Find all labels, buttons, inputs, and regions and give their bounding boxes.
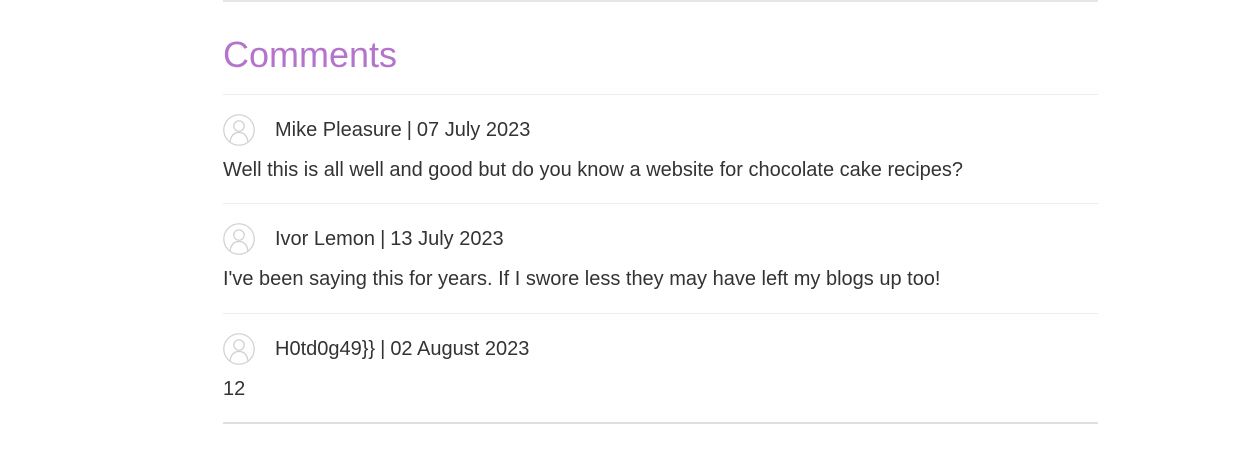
comment-item: H0td0g49}} | 02 August 2023 12 — [223, 313, 1098, 423]
comment-text: Well this is all well and good but do yo… — [223, 159, 964, 181]
comment-meta: H0td0g49}} | 02 August 2023 — [275, 338, 529, 360]
comment-date: 07 July 2023 — [416, 119, 531, 141]
comment-author: Mike Pleasure — [275, 119, 402, 141]
comment-meta: Mike Pleasure | 07 July 2023 — [275, 119, 530, 141]
comment-text: 12 — [223, 378, 246, 400]
top-divider — [223, 0, 1098, 2]
user-avatar-icon — [223, 333, 255, 365]
comment-meta: Ivor Lemon | 13 July 2023 — [275, 228, 504, 250]
user-avatar-icon — [223, 114, 255, 146]
comment-text: I've been saying this for years. If I sw… — [223, 268, 941, 290]
meta-separator: | — [380, 228, 386, 250]
user-avatar-icon — [223, 223, 255, 255]
comment-author: Ivor Lemon — [275, 228, 376, 250]
comments-heading: Comments — [223, 34, 398, 75]
meta-separator: | — [380, 338, 386, 360]
meta-separator: | — [406, 119, 412, 141]
comment-author: H0td0g49}} — [275, 338, 376, 360]
bottom-divider — [223, 422, 1098, 424]
comment-date: 02 August 2023 — [390, 338, 530, 360]
comment-item: Mike Pleasure | 07 July 2023 Well this is … — [223, 94, 1098, 204]
comment-date: 13 July 2023 — [390, 228, 504, 250]
comment-item: Ivor Lemon | 13 July 2023 I've been saying… — [223, 203, 1098, 313]
